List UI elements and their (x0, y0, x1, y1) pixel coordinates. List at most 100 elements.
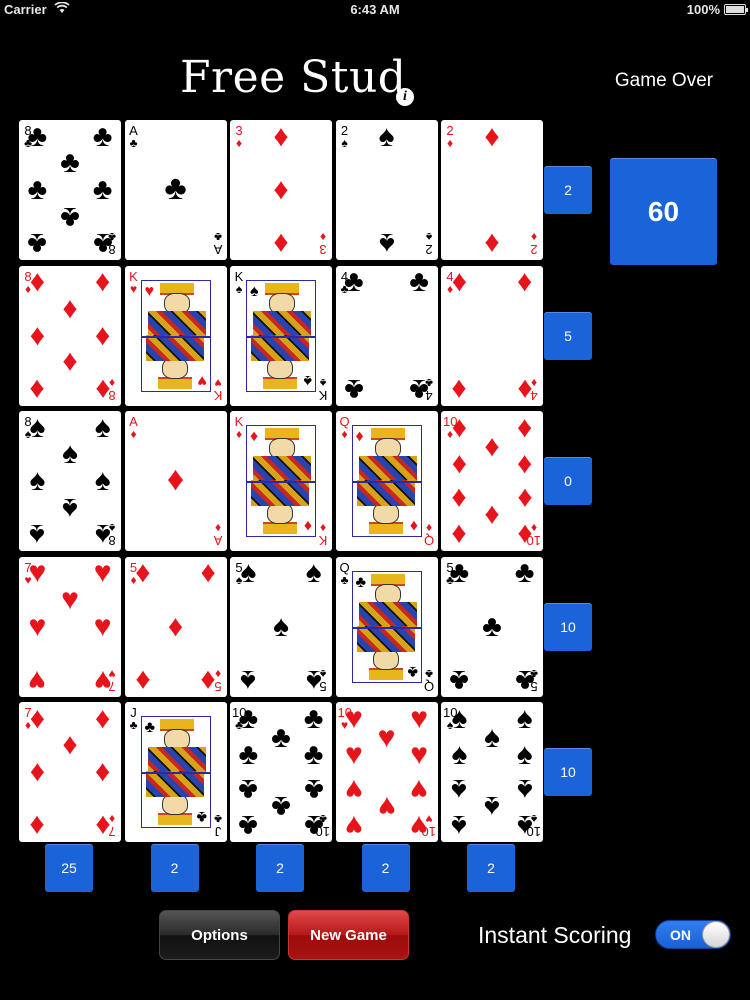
info-icon[interactable]: i (396, 88, 414, 106)
diamonds-suit-icon: ♦ (29, 809, 46, 842)
card-r1-c4[interactable]: 2 ♠ 2 ♠ ♠ ♠ (335, 120, 438, 260)
hearts-suit-icon: ♥ (344, 772, 363, 806)
battery-icon (724, 4, 748, 15)
diamonds-suit-icon: ♦ (516, 265, 533, 299)
court-card-portrait: ♦ ♦ (246, 425, 316, 537)
diamonds-suit-icon: ♦ (200, 556, 216, 590)
clubs-suit-icon: ♣ (303, 702, 324, 735)
hearts-suit-icon: ♥ (344, 809, 363, 842)
diamonds-suit-icon: ♦ (484, 120, 500, 153)
card-r3-c1[interactable]: 8 ♠ 8 ♠ ♠ ♠ ♠ ♠ ♠ ♠ ♠ ♠ (19, 411, 121, 551)
diamonds-suit-icon: ♦ (516, 372, 533, 406)
card-r3-c4[interactable]: Q ♦ Q ♦ ♦ ♦ (335, 411, 438, 551)
card-r3-c3[interactable]: K ♦ K ♦ ♦ ♦ (230, 411, 332, 551)
game-title: Free Stud (180, 52, 407, 103)
spades-suit-icon: ♠ (341, 136, 348, 150)
instant-scoring-toggle[interactable]: ON (655, 920, 731, 949)
spades-suit-icon: ♠ (29, 464, 46, 497)
card-corner-index: A ♣ (127, 124, 141, 149)
card-r3-c5[interactable]: 10 ♦ 10 ♦ ♦ ♦ ♦ ♦ ♦ ♦ ♦ ♦ ♦ ♦ (441, 411, 543, 551)
hearts-suit-icon: ♥ (28, 556, 47, 590)
spades-suit-icon: ♠ (451, 772, 468, 806)
clubs-suit-icon: ♣ (60, 146, 80, 180)
card-r5-c1[interactable]: 7 ♦ 7 ♦ ♦ ♦ ♦ ♦ ♦ ♦ ♦ (19, 702, 121, 842)
card-r4-c3[interactable]: 5 ♠ 5 ♠ ♠ ♠ ♠ ♠ ♠ (230, 556, 332, 697)
clubs-suit-icon: ♣ (60, 200, 80, 234)
card-r2-c3[interactable]: K ♠ K ♠ ♠ ♠ (230, 265, 332, 406)
clubs-suit-icon: ♣ (92, 173, 113, 206)
card-r1-c2[interactable]: A ♣ A ♣ ♣ (124, 120, 227, 260)
card-r4-c2[interactable]: 5 ♦ 5 ♦ ♦ ♦ ♦ ♦ ♦ (124, 556, 227, 697)
card-rank: Q (423, 533, 434, 548)
card-r1-c5[interactable]: 2 ♦ 2 ♦ ♦ ♦ (441, 120, 543, 260)
card-r5-c3[interactable]: 10 ♣ 10 ♣ ♣ ♣ ♣ ♣ ♣ ♣ ♣ ♣ ♣ ♣ (230, 702, 332, 842)
spades-suit-icon: ♠ (94, 464, 111, 497)
diamonds-suit-icon: ♦ (355, 428, 364, 445)
card-corner-index-inverted: A ♣ (211, 230, 225, 257)
clubs-suit-icon: ♣ (409, 372, 429, 406)
diamonds-suit-icon: ♦ (29, 702, 46, 735)
diamonds-suit-icon: ♦ (250, 428, 259, 445)
diamonds-suit-icon: ♦ (62, 346, 78, 380)
card-r1-c3[interactable]: 3 ♦ 3 ♦ ♦ ♦ ♦ (230, 120, 332, 260)
card-corner-index-inverted: K ♥ (211, 376, 225, 403)
clubs-suit-icon: ♣ (271, 789, 291, 823)
card-rank: K (318, 533, 328, 548)
card-r5-c4[interactable]: 10 ♥ 10 ♥ ♥ ♥ ♥ ♥ ♥ ♥ ♥ ♥ ♥ ♥ (335, 702, 438, 842)
diamonds-suit-icon: ♦ (94, 702, 111, 735)
card-corner-index: Q ♦ (338, 415, 352, 440)
diamonds-suit-icon: ♦ (167, 609, 184, 643)
clubs-suit-icon: ♣ (238, 772, 259, 806)
card-corner-index: K ♠ (232, 270, 246, 296)
row-score-4: 10 (544, 602, 592, 651)
card-r2-c5[interactable]: 4 ♦ 4 ♦ ♦ ♦ ♦ ♦ (441, 265, 543, 406)
card-r4-c4[interactable]: Q ♣ Q ♣ ♣ ♣ (335, 556, 438, 697)
clubs-suit-icon: ♣ (27, 227, 48, 260)
hearts-suit-icon: ♥ (28, 609, 47, 643)
card-r1-c1[interactable]: 8 ♣ 8 ♣ ♣ ♣ ♣ ♣ ♣ ♣ ♣ ♣ (19, 120, 121, 260)
spades-suit-icon: ♠ (516, 702, 533, 735)
divider (141, 335, 210, 338)
court-figure: ♣ (142, 717, 210, 773)
options-button[interactable]: Options (159, 910, 280, 960)
card-r5-c5[interactable]: 10 ♠ 10 ♠ ♠ ♠ ♠ ♠ ♠ ♠ ♠ ♠ ♠ ♠ (441, 702, 543, 842)
spades-suit-icon: ♠ (235, 281, 243, 296)
hearts-suit-icon: ♥ (410, 738, 429, 772)
spades-suit-icon: ♠ (484, 789, 500, 823)
diamonds-suit-icon: ♦ (516, 518, 533, 551)
hearts-suit-icon: ♥ (197, 371, 207, 389)
card-r4-c5[interactable]: 5 ♣ 5 ♣ ♣ ♣ ♣ ♣ ♣ (441, 556, 543, 697)
new-game-button[interactable]: New Game (288, 910, 409, 960)
column-score-3: 2 (256, 844, 304, 892)
clubs-suit-icon: ♣ (27, 173, 48, 206)
divider (352, 481, 421, 483)
court-figure: ♥ (142, 334, 210, 391)
clubs-suit-icon: ♣ (238, 809, 259, 842)
spades-suit-icon: ♠ (319, 375, 327, 390)
clubs-suit-icon: ♣ (344, 265, 364, 299)
hearts-suit-icon: ♥ (93, 609, 112, 643)
diamonds-suit-icon: ♦ (94, 318, 111, 352)
hearts-suit-icon: ♥ (410, 702, 429, 735)
clubs-suit-icon: ♣ (303, 738, 324, 772)
card-r2-c1[interactable]: 8 ♦ 8 ♦ ♦ ♦ ♦ ♦ ♦ ♦ ♦ ♦ (19, 265, 121, 406)
total-score: 60 (610, 158, 717, 265)
toggle-knob[interactable] (702, 921, 730, 948)
diamonds-suit-icon: ♦ (319, 230, 327, 244)
court-card-portrait: ♥ ♥ (140, 279, 211, 392)
clubs-suit-icon: ♣ (514, 556, 535, 590)
card-r4-c1[interactable]: 7 ♥ 7 ♥ ♥ ♥ ♥ ♥ ♥ ♥ ♥ (19, 556, 121, 697)
game-status: Game Over (614, 70, 714, 91)
clubs-suit-icon: ♣ (514, 663, 535, 697)
card-r5-c2[interactable]: J ♣ J ♣ ♣ ♣ (124, 702, 227, 842)
clubs-suit-icon: ♣ (407, 662, 418, 680)
diamonds-suit-icon: ♦ (516, 411, 533, 444)
card-r2-c2[interactable]: K ♥ K ♥ ♥ ♥ (124, 265, 227, 406)
card-r2-c4[interactable]: 4 ♣ 4 ♣ ♣ ♣ ♣ ♣ (335, 265, 438, 406)
card-corner-index-inverted: 2 ♠ (422, 230, 436, 257)
spades-suit-icon: ♠ (303, 371, 313, 389)
spades-suit-icon: ♠ (378, 227, 395, 260)
card-r3-c2[interactable]: A ♦ A ♦ ♦ (124, 411, 227, 551)
court-figure: ♠ (247, 281, 315, 337)
spades-suit-icon: ♠ (240, 663, 257, 697)
